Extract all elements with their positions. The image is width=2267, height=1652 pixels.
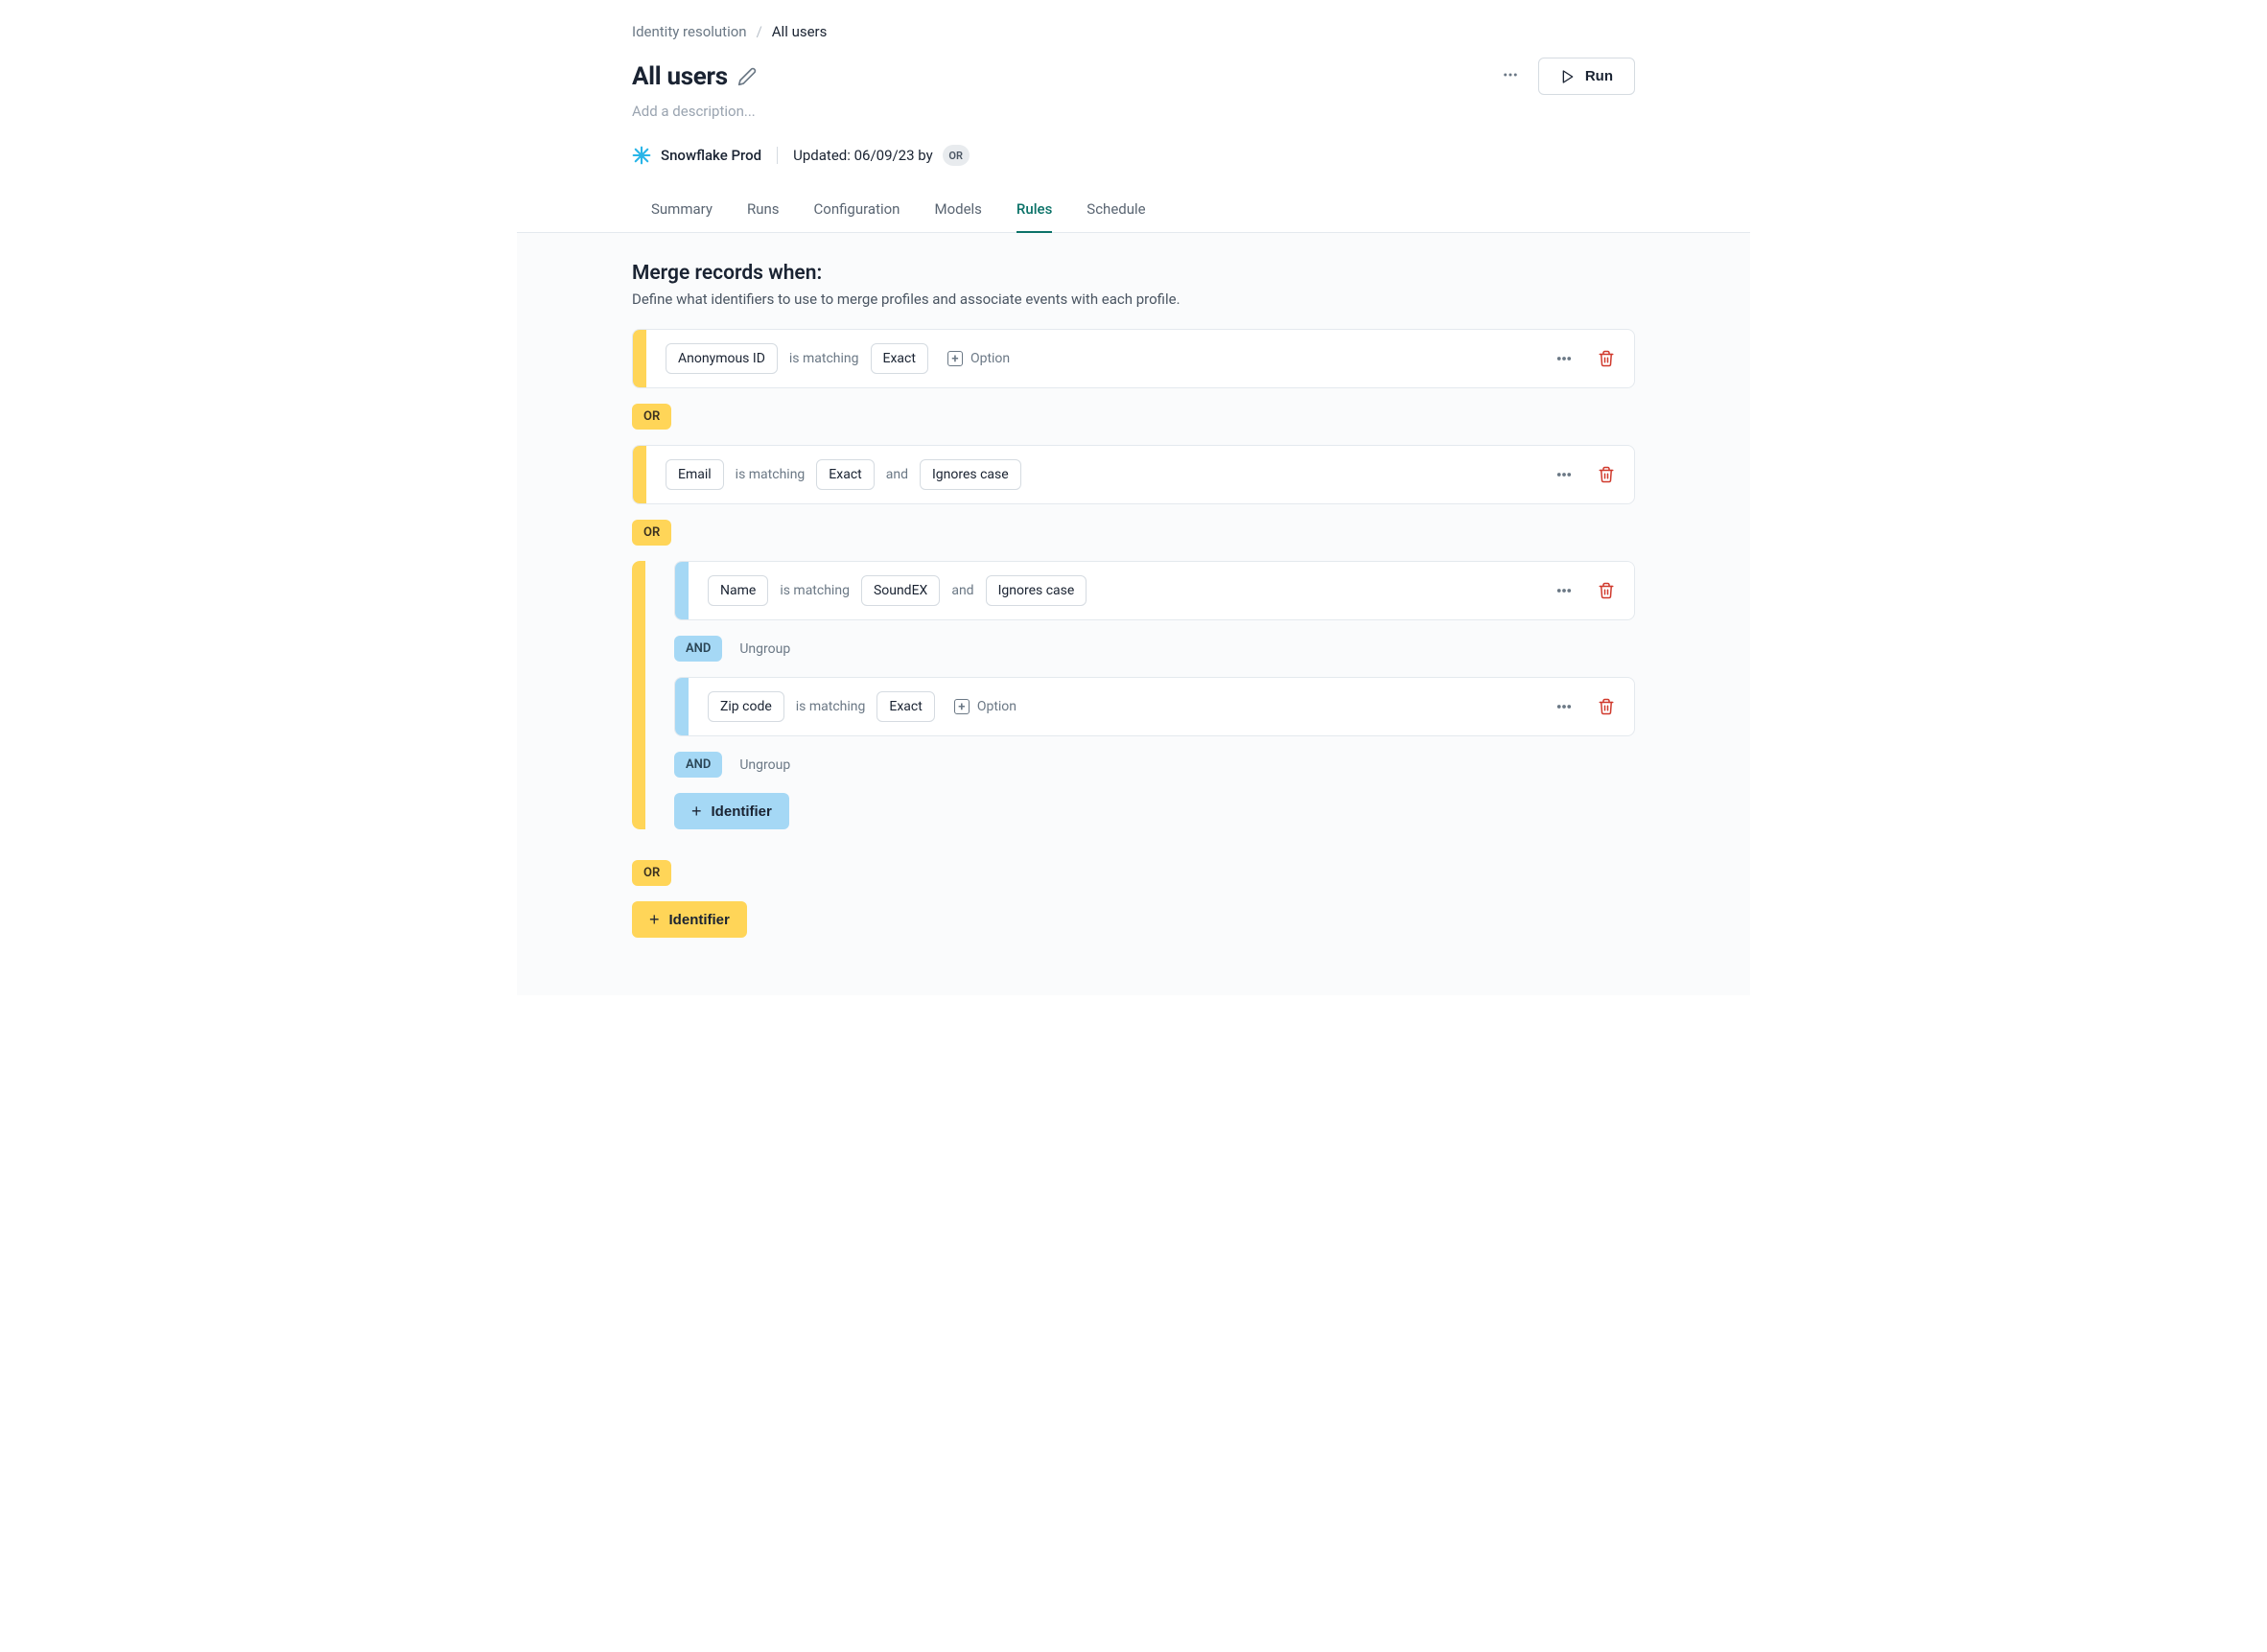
description-input[interactable]: Add a description... bbox=[632, 103, 1635, 120]
meta-row: Snowflake Prod Updated: 06/09/23 by OR bbox=[632, 145, 1635, 166]
match-type-chip[interactable]: SoundEX bbox=[861, 575, 940, 606]
plus-icon: + bbox=[649, 911, 660, 928]
ungroup-button[interactable]: Ungroup bbox=[739, 641, 790, 657]
rules-content: Merge records when: Define what identifi… bbox=[517, 233, 1750, 995]
ungroup-button[interactable]: Ungroup bbox=[739, 757, 790, 773]
identifier-chip[interactable]: Name bbox=[708, 575, 768, 606]
rule-body: Anonymous ID is matching Exact + Option bbox=[646, 330, 1634, 387]
add-identifier-button[interactable]: + Identifier bbox=[632, 901, 747, 938]
match-type-chip[interactable]: Exact bbox=[816, 459, 874, 490]
rule-left: Anonymous ID is matching Exact + Option bbox=[666, 343, 1010, 374]
tab-schedule[interactable]: Schedule bbox=[1087, 191, 1145, 233]
delete-rule-button[interactable] bbox=[1598, 350, 1615, 367]
identifier-chip[interactable]: Anonymous ID bbox=[666, 343, 778, 374]
rule-left: Name is matching SoundEX and Ignores cas… bbox=[708, 575, 1087, 606]
option-label: Option bbox=[970, 351, 1010, 366]
rule-card: Email is matching Exact and Ignores case bbox=[632, 445, 1635, 504]
rule-body: Name is matching SoundEX and Ignores cas… bbox=[689, 562, 1634, 619]
identifier-chip[interactable]: Email bbox=[666, 459, 724, 490]
run-button[interactable]: Run bbox=[1538, 58, 1635, 95]
updated-label: Updated: 06/09/23 by bbox=[793, 147, 933, 164]
group-content: Name is matching SoundEX and Ignores cas… bbox=[645, 561, 1635, 829]
and-row: AND Ungroup bbox=[674, 752, 1635, 778]
match-option-chip[interactable]: Ignores case bbox=[986, 575, 1087, 606]
is-matching-label: is matching bbox=[796, 699, 866, 714]
rule-actions bbox=[1555, 466, 1615, 483]
snowflake-icon bbox=[632, 146, 651, 165]
breadcrumb-separator: / bbox=[757, 23, 762, 40]
page-container: Identity resolution / All users All user… bbox=[517, 0, 1750, 995]
add-option-button[interactable]: + Option bbox=[947, 351, 1010, 366]
plus-icon: + bbox=[954, 699, 970, 714]
rule-stripe bbox=[633, 330, 646, 387]
header-section: Identity resolution / All users All user… bbox=[517, 23, 1750, 166]
match-type-chip[interactable]: Exact bbox=[876, 691, 934, 722]
title-right: Run bbox=[1502, 58, 1635, 95]
rule-card: Zip code is matching Exact + Option bbox=[674, 677, 1635, 736]
source-name: Snowflake Prod bbox=[661, 147, 761, 164]
more-menu-button[interactable] bbox=[1502, 66, 1519, 87]
edit-title-button[interactable] bbox=[737, 67, 757, 86]
is-matching-label: is matching bbox=[780, 583, 850, 598]
option-label: Option bbox=[977, 699, 1017, 714]
add-option-button[interactable]: + Option bbox=[954, 699, 1017, 714]
tab-summary[interactable]: Summary bbox=[651, 191, 713, 233]
add-identifier-label: Identifier bbox=[712, 803, 772, 820]
tab-models[interactable]: Models bbox=[934, 191, 981, 233]
add-identifier-label: Identifier bbox=[669, 912, 730, 928]
rule-more-button[interactable] bbox=[1555, 582, 1573, 599]
rule-left: Email is matching Exact and Ignores case bbox=[666, 459, 1021, 490]
rule-body: Zip code is matching Exact + Option bbox=[689, 678, 1634, 735]
rule-actions bbox=[1555, 582, 1615, 599]
and-connector: AND bbox=[674, 752, 722, 778]
or-connector: OR bbox=[632, 404, 671, 430]
or-connector: OR bbox=[632, 860, 671, 886]
match-option-chip[interactable]: Ignores case bbox=[920, 459, 1021, 490]
title-left: All users bbox=[632, 62, 757, 91]
delete-rule-button[interactable] bbox=[1598, 466, 1615, 483]
rule-stripe bbox=[675, 678, 689, 735]
breadcrumb-current: All users bbox=[772, 23, 828, 40]
match-type-chip[interactable]: Exact bbox=[871, 343, 928, 374]
delete-rule-button[interactable] bbox=[1598, 698, 1615, 715]
is-matching-label: is matching bbox=[736, 467, 806, 482]
rule-body: Email is matching Exact and Ignores case bbox=[646, 446, 1634, 503]
rule-more-button[interactable] bbox=[1555, 466, 1573, 483]
rule-stripe bbox=[675, 562, 689, 619]
and-row: AND Ungroup bbox=[674, 636, 1635, 662]
rule-more-button[interactable] bbox=[1555, 350, 1573, 367]
and-label: and bbox=[951, 583, 973, 598]
meta-divider bbox=[777, 147, 778, 164]
group-stripe bbox=[632, 561, 645, 829]
title-row: All users Run bbox=[632, 58, 1635, 95]
rule-actions bbox=[1555, 698, 1615, 715]
rule-stripe bbox=[633, 446, 646, 503]
delete-rule-button[interactable] bbox=[1598, 582, 1615, 599]
add-identifier-button-inner[interactable]: + Identifier bbox=[674, 793, 789, 829]
plus-icon: + bbox=[947, 351, 963, 366]
tab-rules[interactable]: Rules bbox=[1017, 191, 1052, 233]
rule-more-button[interactable] bbox=[1555, 698, 1573, 715]
rule-actions bbox=[1555, 350, 1615, 367]
tab-runs[interactable]: Runs bbox=[747, 191, 780, 233]
section-title: Merge records when: bbox=[632, 262, 1635, 285]
breadcrumb-parent[interactable]: Identity resolution bbox=[632, 23, 747, 40]
rule-card: Name is matching SoundEX and Ignores cas… bbox=[674, 561, 1635, 620]
identifier-chip[interactable]: Zip code bbox=[708, 691, 784, 722]
and-label: and bbox=[886, 467, 908, 482]
avatar: OR bbox=[943, 145, 970, 166]
tabs: Summary Runs Configuration Models Rules … bbox=[517, 191, 1750, 233]
tab-configuration[interactable]: Configuration bbox=[814, 191, 900, 233]
run-button-label: Run bbox=[1585, 68, 1613, 84]
plus-icon: + bbox=[691, 803, 702, 820]
section-subtitle: Define what identifiers to use to merge … bbox=[632, 291, 1635, 308]
or-connector: OR bbox=[632, 520, 671, 546]
page-title: All users bbox=[632, 62, 728, 91]
is-matching-label: is matching bbox=[789, 351, 859, 366]
rule-card: Anonymous ID is matching Exact + Option bbox=[632, 329, 1635, 388]
breadcrumb: Identity resolution / All users bbox=[632, 23, 1635, 40]
and-connector: AND bbox=[674, 636, 722, 662]
rule-group: Name is matching SoundEX and Ignores cas… bbox=[632, 561, 1635, 829]
rule-left: Zip code is matching Exact + Option bbox=[708, 691, 1017, 722]
